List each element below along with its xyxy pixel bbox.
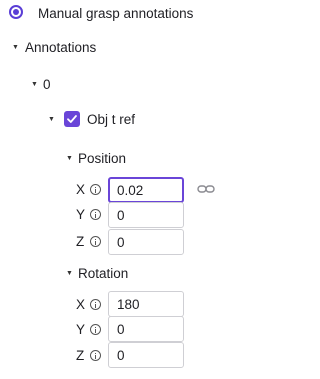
position-z-info-icon[interactable] <box>90 236 101 247</box>
obj-ref-checkbox[interactable] <box>64 111 80 127</box>
rotation-y-label: Y <box>76 322 86 337</box>
position-x-label: X <box>76 182 86 197</box>
manual-grasp-radio[interactable] <box>9 5 23 19</box>
position-y-info-icon[interactable] <box>90 209 101 220</box>
link-icon[interactable] <box>197 184 215 194</box>
rotation-x-label: X <box>76 297 86 312</box>
checkmark-icon <box>67 115 77 123</box>
position-y-label: Y <box>76 207 86 222</box>
manual-grasp-label: Manual grasp annotations <box>38 6 194 21</box>
index-label: 0 <box>43 77 51 92</box>
obj-ref-label: Obj t ref <box>87 112 136 127</box>
annotations-caret-down-icon[interactable]: ▼ <box>12 44 19 52</box>
obj-ref-caret-down-icon[interactable]: ▼ <box>48 116 55 124</box>
position-z-input[interactable] <box>108 229 184 255</box>
annotations-label: Annotations <box>25 40 97 55</box>
rotation-y-info-icon[interactable] <box>90 324 101 335</box>
position-y-input[interactable] <box>108 202 184 228</box>
rotation-label: Rotation <box>78 266 129 281</box>
position-label: Position <box>78 151 127 166</box>
position-x-info-icon[interactable] <box>90 184 101 195</box>
rotation-z-label: Z <box>76 348 85 363</box>
rotation-x-info-icon[interactable] <box>90 299 101 310</box>
rotation-caret-down-icon[interactable]: ▼ <box>66 270 73 278</box>
position-x-input[interactable] <box>108 177 184 203</box>
position-caret-down-icon[interactable]: ▼ <box>66 155 73 163</box>
rotation-z-info-icon[interactable] <box>90 350 101 361</box>
rotation-z-input[interactable] <box>108 342 184 368</box>
rotation-y-input[interactable] <box>108 316 184 342</box>
position-z-label: Z <box>76 234 85 249</box>
index-caret-down-icon[interactable]: ▼ <box>31 81 38 89</box>
rotation-x-input[interactable] <box>108 291 184 317</box>
